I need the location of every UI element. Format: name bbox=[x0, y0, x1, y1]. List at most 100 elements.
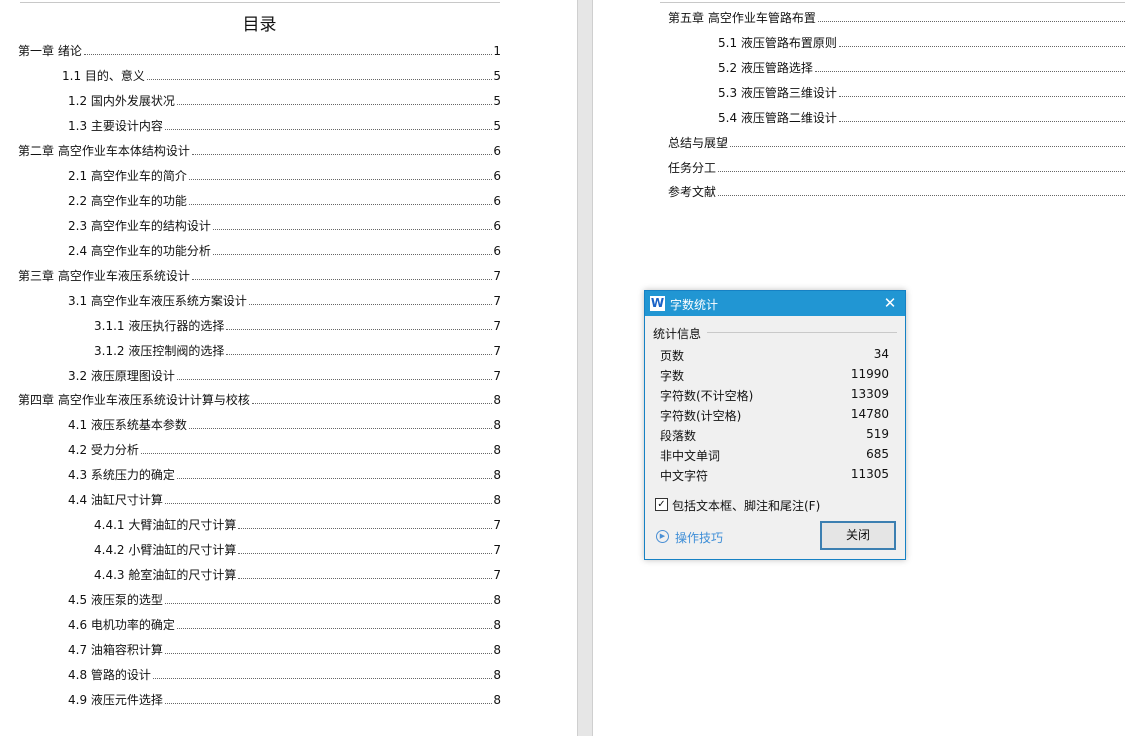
toc-entry-page: 8 bbox=[493, 418, 501, 432]
toc-entry[interactable]: 4.1 液压系统基本参数 8 bbox=[68, 414, 501, 432]
toc-entry[interactable]: 5.4 液压管路二维设计 bbox=[718, 107, 1125, 125]
word-count-dialog: W 字数统计 ✕ 统计信息 页数 34 字数 11990 字符数(不计空格) 1… bbox=[644, 290, 906, 560]
toc-entry[interactable]: 4.3 系统压力的确定 8 bbox=[68, 464, 501, 482]
toc-entry-title: 4.8 管路的设计 bbox=[68, 668, 151, 682]
toc-entry[interactable]: 4.4.3 舱室油缸的尺寸计算 7 bbox=[94, 564, 501, 582]
include-textboxes-checkbox[interactable]: ✓ bbox=[655, 498, 668, 511]
toc-entry[interactable]: 总结与展望 bbox=[668, 132, 1125, 150]
wps-writer-icon: W bbox=[650, 296, 665, 311]
toc-dot-leader bbox=[817, 20, 1125, 22]
toc-entry[interactable]: 2.3 高空作业车的结构设计 6 bbox=[68, 215, 501, 233]
toc-dot-leader bbox=[164, 652, 493, 654]
toc-entry[interactable]: 任务分工 bbox=[668, 157, 1125, 175]
toc-entry-page: 7 bbox=[493, 369, 501, 383]
toc-entry[interactable]: 2.4 高空作业车的功能分析 6 bbox=[68, 240, 501, 258]
toc-entry[interactable]: 1.2 国内外发展状况 5 bbox=[68, 90, 501, 108]
toc-entry-title: 5.1 液压管路布置原则 bbox=[718, 36, 837, 50]
toc-entry-title: 4.2 受力分析 bbox=[68, 443, 139, 457]
toc-entry-page: 7 bbox=[493, 319, 501, 333]
toc-entry-title: 4.4 油缸尺寸计算 bbox=[68, 493, 163, 507]
close-icon[interactable]: ✕ bbox=[879, 293, 901, 313]
toc-entry-title: 5.3 液压管路三维设计 bbox=[718, 86, 837, 100]
toc-entry[interactable]: 3.1.2 液压控制阀的选择 7 bbox=[94, 340, 501, 358]
toc-entry-title: 3.1.2 液压控制阀的选择 bbox=[94, 344, 225, 358]
toc-entry-title: 1.1 目的、意义 bbox=[62, 69, 145, 83]
toc-entry-page: 6 bbox=[493, 219, 501, 233]
toc-entry-title: 2.4 高空作业车的功能分析 bbox=[68, 244, 211, 258]
toc-entry[interactable]: 4.8 管路的设计 8 bbox=[68, 664, 501, 682]
toc-entry[interactable]: 4.2 受力分析 8 bbox=[68, 439, 501, 457]
toc-entry[interactable]: 3.1 高空作业车液压系统方案设计 7 bbox=[68, 290, 501, 308]
toc-entry-title: 3.1 高空作业车液压系统方案设计 bbox=[68, 294, 247, 308]
stat-label-chars-no-spaces: 字符数(不计空格) bbox=[660, 389, 754, 403]
toc-entry-page: 5 bbox=[493, 94, 501, 108]
toc-entry-page: 6 bbox=[493, 144, 501, 158]
toc-dot-leader bbox=[238, 577, 493, 579]
toc-entry-page: 7 bbox=[493, 294, 501, 308]
toc-entry-page: 7 bbox=[493, 269, 501, 283]
toc-entry[interactable]: 第五章 高空作业车管路布置 bbox=[668, 7, 1125, 25]
toc-entry-page: 6 bbox=[493, 194, 501, 208]
dialog-title: 字数统计 bbox=[670, 298, 719, 312]
page-gap-edge bbox=[577, 0, 578, 736]
toc-dot-leader bbox=[191, 153, 493, 155]
stat-label-chars-with-spaces: 字符数(计空格) bbox=[660, 409, 742, 423]
toc-entry-page: 8 bbox=[493, 643, 501, 657]
toc-entry-title: 4.3 系统压力的确定 bbox=[68, 468, 175, 482]
toc-entry-title: 2.3 高空作业车的结构设计 bbox=[68, 219, 211, 233]
toc-entry[interactable]: 3.1.1 液压执行器的选择 7 bbox=[94, 315, 501, 333]
toc-entry[interactable]: 4.7 油箱容积计算 8 bbox=[68, 639, 501, 657]
toc-dot-leader bbox=[212, 228, 493, 230]
toc-entry[interactable]: 2.2 高空作业车的功能 6 bbox=[68, 190, 501, 208]
toc-entry[interactable]: 4.4 油缸尺寸计算 8 bbox=[68, 489, 501, 507]
toc-dot-leader bbox=[188, 178, 493, 180]
toc-dot-leader bbox=[176, 103, 493, 105]
toc-entry-page: 7 bbox=[493, 543, 501, 557]
close-button[interactable]: 关闭 bbox=[820, 521, 896, 550]
toc-entry[interactable]: 1.3 主要设计内容 5 bbox=[68, 115, 501, 133]
toc-dot-leader bbox=[251, 402, 493, 404]
toc-dot-leader bbox=[248, 303, 493, 305]
toc-entry[interactable]: 4.6 电机功率的确定 8 bbox=[68, 614, 501, 632]
toc-dot-leader bbox=[814, 70, 1125, 72]
toc-entry-title: 任务分工 bbox=[668, 161, 717, 175]
include-textboxes-label[interactable]: 包括文本框、脚注和尾注(F) bbox=[672, 497, 820, 514]
toc-entry-title: 5.2 液压管路选择 bbox=[718, 61, 813, 75]
toc-entry-title: 2.1 高空作业车的简介 bbox=[68, 169, 187, 183]
toc-dot-leader bbox=[730, 145, 1125, 147]
page-header-line bbox=[20, 2, 500, 3]
toc-entry-page: 7 bbox=[493, 518, 501, 532]
tips-link[interactable]: 操作技巧 bbox=[675, 529, 723, 546]
play-circle-icon[interactable]: ▶ bbox=[656, 530, 669, 543]
toc-entry[interactable]: 4.5 液压泵的选型 8 bbox=[68, 589, 501, 607]
toc-entry-title: 1.2 国内外发展状况 bbox=[68, 94, 175, 108]
toc-entry[interactable]: 第四章 高空作业车液压系统设计计算与校核 8 bbox=[18, 389, 501, 407]
toc-entry[interactable]: 第二章 高空作业车本体结构设计 6 bbox=[18, 140, 501, 158]
toc-entry[interactable]: 2.1 高空作业车的简介 6 bbox=[68, 165, 501, 183]
toc-dot-leader bbox=[226, 353, 493, 355]
toc-entry-title: 3.2 液压原理图设计 bbox=[68, 369, 175, 383]
toc-dot-leader bbox=[718, 170, 1125, 172]
toc-entry[interactable]: 5.1 液压管路布置原则 bbox=[718, 32, 1125, 50]
stat-value-chinese-chars: 11305 bbox=[850, 467, 889, 481]
toc-entry-title: 参考文献 bbox=[668, 185, 717, 199]
toc-title: 目录 bbox=[242, 15, 277, 35]
toc-entry[interactable]: 参考文献 bbox=[668, 181, 1125, 199]
toc-entry[interactable]: 4.4.2 小臂油缸的尺寸计算 7 bbox=[94, 539, 501, 557]
statistics-group-label: 统计信息 bbox=[653, 327, 702, 341]
toc-entry[interactable]: 第一章 绪论 1 bbox=[18, 40, 501, 58]
toc-entry[interactable]: 3.2 液压原理图设计 7 bbox=[68, 365, 501, 383]
toc-entry[interactable]: 1.1 目的、意义 5 bbox=[62, 65, 501, 83]
toc-entry[interactable]: 第三章 高空作业车液压系统设计 7 bbox=[18, 265, 501, 283]
toc-dot-leader bbox=[164, 128, 493, 130]
toc-entry-title: 第三章 高空作业车液压系统设计 bbox=[18, 269, 190, 283]
dialog-titlebar[interactable]: W 字数统计 ✕ bbox=[645, 291, 905, 316]
toc-entry[interactable]: 5.2 液压管路选择 bbox=[718, 57, 1125, 75]
toc-entry[interactable]: 5.3 液压管路三维设计 bbox=[718, 82, 1125, 100]
toc-entry[interactable]: 4.9 液压元件选择 8 bbox=[68, 689, 501, 707]
toc-entry-title: 5.4 液压管路二维设计 bbox=[718, 111, 837, 125]
stat-value-chars-no-spaces: 13309 bbox=[850, 387, 889, 401]
toc-entry[interactable]: 4.4.1 大臂油缸的尺寸计算 7 bbox=[94, 514, 501, 532]
toc-entry-title: 第四章 高空作业车液压系统设计计算与校核 bbox=[18, 393, 250, 407]
toc-dot-leader bbox=[718, 194, 1125, 196]
